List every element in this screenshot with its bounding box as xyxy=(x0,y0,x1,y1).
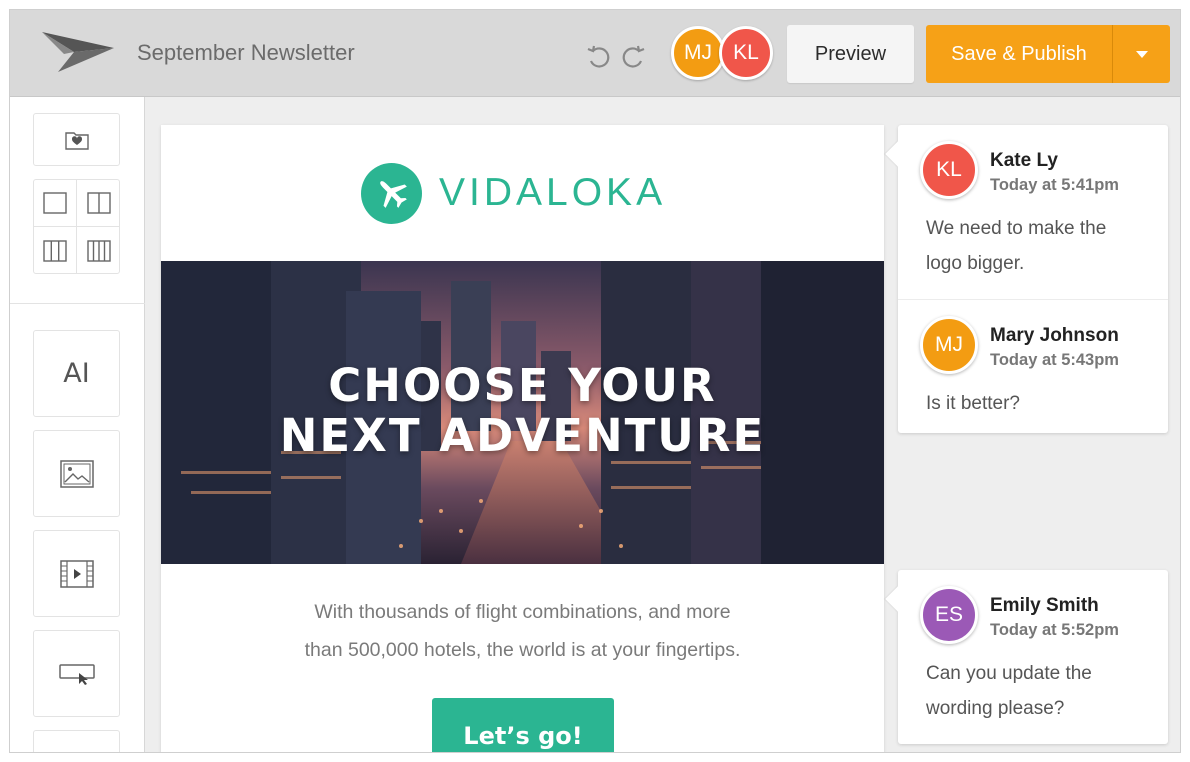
layout-columns-tool xyxy=(33,179,120,274)
sidebar-divider xyxy=(10,303,145,304)
save-publish-button[interactable]: Save & Publish xyxy=(926,25,1112,83)
four-column-icon xyxy=(86,239,111,262)
button-icon xyxy=(58,663,95,685)
preview-button[interactable]: Preview xyxy=(787,25,914,83)
brand-name: VIDALOKA xyxy=(439,171,667,214)
layout-4-columns[interactable] xyxy=(77,227,120,274)
comment-item: ES Emily Smith Today at 5:52pm Can you u… xyxy=(898,570,1168,744)
layout-3-columns[interactable] xyxy=(34,227,77,274)
comment-item: MJ Mary Johnson Today at 5:43pm Is it be… xyxy=(898,299,1168,433)
airplane-icon xyxy=(361,162,422,224)
commenter-name: Emily Smith xyxy=(990,595,1099,616)
text-tool-icon: AI xyxy=(63,358,90,389)
chevron-down-icon xyxy=(1135,50,1148,58)
saved-blocks-tool[interactable] xyxy=(33,113,120,166)
body-text[interactable]: With thousands of flight combinations, a… xyxy=(251,593,794,669)
brand-logo[interactable]: VIDALOKA xyxy=(361,162,666,224)
two-column-icon xyxy=(86,192,111,214)
redo-icon[interactable] xyxy=(621,43,647,69)
comment-thread-2: ES Emily Smith Today at 5:52pm Can you u… xyxy=(898,570,1168,744)
more-block-tool[interactable] xyxy=(33,730,120,752)
comment-text: Can you update the wording please? xyxy=(926,663,1092,719)
one-column-icon xyxy=(43,192,67,214)
three-column-icon xyxy=(43,239,67,262)
cta-button[interactable]: Let’s go! xyxy=(432,698,614,752)
body-text-line1: With thousands of flight combinations, a… xyxy=(314,601,731,623)
commenter-name: Kate Ly xyxy=(990,150,1058,171)
block-sidebar: AI xyxy=(10,97,145,752)
collaborator-avatar-kl[interactable]: KL xyxy=(719,26,773,80)
hero-headline[interactable]: CHOOSE YOUR NEXT ADVENTURE xyxy=(161,361,884,461)
editor-window: September Newsletter MJ KL Preview Save … xyxy=(9,9,1181,753)
comment-text: We need to make the logo bigger. xyxy=(926,218,1107,274)
undo-icon[interactable] xyxy=(585,43,611,69)
folder-heart-icon xyxy=(64,131,89,150)
text-block-tool[interactable]: AI xyxy=(33,330,120,417)
button-block-tool[interactable] xyxy=(33,630,120,717)
email-canvas: VIDALOKA CHOOSE YOUR NEXT ADVENTURE With… xyxy=(161,125,884,752)
top-bar: September Newsletter MJ KL Preview Save … xyxy=(10,10,1180,97)
commenter-avatar[interactable]: MJ xyxy=(920,316,978,374)
video-block-tool[interactable] xyxy=(33,530,120,617)
commenter-name: Mary Johnson xyxy=(990,325,1119,346)
hero-headline-line1: CHOOSE YOUR xyxy=(328,359,717,412)
image-block-tool[interactable] xyxy=(33,430,120,517)
paper-plane-logo-icon[interactable] xyxy=(40,28,116,74)
comment-text: Is it better? xyxy=(926,393,1020,414)
collaborator-avatar-mj[interactable]: MJ xyxy=(671,26,725,80)
hero-headline-line2: NEXT ADVENTURE xyxy=(279,409,766,462)
layout-1-column[interactable] xyxy=(34,180,77,227)
commenter-avatar[interactable]: ES xyxy=(920,586,978,644)
video-icon xyxy=(59,559,94,588)
document-title[interactable]: September Newsletter xyxy=(137,40,355,66)
comment-thread-1: KL Kate Ly Today at 5:41pm We need to ma… xyxy=(898,125,1168,433)
publish-options-button[interactable] xyxy=(1112,25,1170,83)
hero-image[interactable]: CHOOSE YOUR NEXT ADVENTURE xyxy=(161,261,884,564)
comment-timestamp: Today at 5:52pm xyxy=(990,621,1119,639)
comment-timestamp: Today at 5:43pm xyxy=(990,351,1119,369)
layout-2-columns[interactable] xyxy=(77,180,120,227)
commenter-avatar[interactable]: KL xyxy=(920,141,978,199)
comment-item: KL Kate Ly Today at 5:41pm We need to ma… xyxy=(898,125,1168,299)
comment-timestamp: Today at 5:41pm xyxy=(990,176,1119,194)
body-text-line2: than 500,000 hotels, the world is at you… xyxy=(304,639,741,661)
image-icon xyxy=(59,459,94,488)
